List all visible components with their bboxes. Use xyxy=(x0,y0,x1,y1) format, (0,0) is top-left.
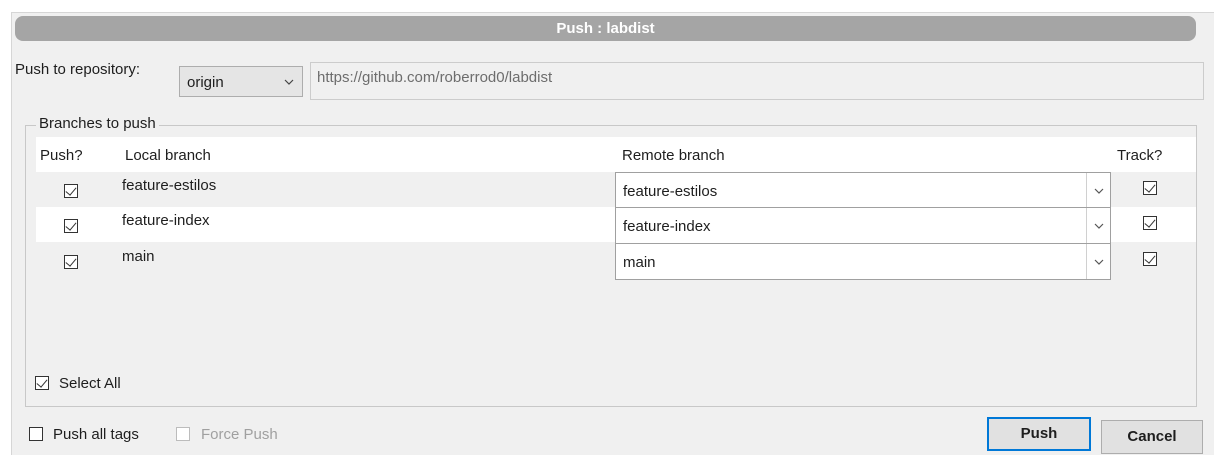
push-checkbox[interactable] xyxy=(64,184,78,198)
dialog-title: Push : labdist xyxy=(15,16,1196,41)
chevron-down-icon xyxy=(276,67,302,96)
remote-branch-value: feature-estilos xyxy=(623,183,718,200)
column-header-local-branch[interactable]: Local branch xyxy=(125,137,211,174)
repository-url-field: https://github.com/roberrod0/labdist xyxy=(310,62,1204,100)
local-branch-name: feature-index xyxy=(122,212,210,229)
table-row[interactable]: feature-estilos feature-estilos xyxy=(36,172,1196,209)
track-checkbox[interactable] xyxy=(1143,181,1157,195)
track-checkbox[interactable] xyxy=(1143,216,1157,230)
remote-branch-dropdown[interactable]: feature-estilos xyxy=(615,172,1111,209)
push-all-tags-label[interactable]: Push all tags xyxy=(53,425,139,445)
table-row[interactable]: main main xyxy=(36,243,1196,280)
chevron-down-icon xyxy=(1086,208,1110,243)
remote-branch-value: feature-index xyxy=(623,218,711,235)
local-branch-name: feature-estilos xyxy=(122,177,217,194)
track-checkbox[interactable] xyxy=(1143,252,1157,266)
force-push-label[interactable]: Force Push xyxy=(201,425,278,445)
push-to-repository-label: Push to repository: xyxy=(15,61,141,78)
remote-branch-value: main xyxy=(623,254,656,271)
push-checkbox[interactable] xyxy=(64,255,78,269)
select-all-label[interactable]: Select All xyxy=(59,374,121,394)
push-all-tags-checkbox[interactable] xyxy=(29,427,43,441)
chevron-down-icon xyxy=(1086,244,1110,279)
select-all-checkbox[interactable] xyxy=(35,376,49,390)
column-header-track[interactable]: Track? xyxy=(1117,137,1162,174)
column-header-push[interactable]: Push? xyxy=(40,137,83,174)
cancel-button[interactable]: Cancel xyxy=(1101,420,1203,454)
repository-selected-value: origin xyxy=(187,74,224,91)
chevron-down-icon xyxy=(1086,173,1110,208)
force-push-checkbox[interactable] xyxy=(176,427,190,441)
table-header: Push? Local branch Remote branch Track? xyxy=(36,137,1196,172)
branches-to-push-legend: Branches to push xyxy=(36,114,159,134)
remote-branch-dropdown[interactable]: feature-index xyxy=(615,207,1111,244)
remote-branch-dropdown[interactable]: main xyxy=(615,243,1111,280)
push-checkbox[interactable] xyxy=(64,219,78,233)
push-button[interactable]: Push xyxy=(987,417,1091,451)
table-row[interactable]: feature-index feature-index xyxy=(36,207,1196,244)
repository-dropdown[interactable]: origin xyxy=(179,66,303,97)
local-branch-name: main xyxy=(122,248,155,265)
column-header-remote-branch[interactable]: Remote branch xyxy=(622,137,725,174)
